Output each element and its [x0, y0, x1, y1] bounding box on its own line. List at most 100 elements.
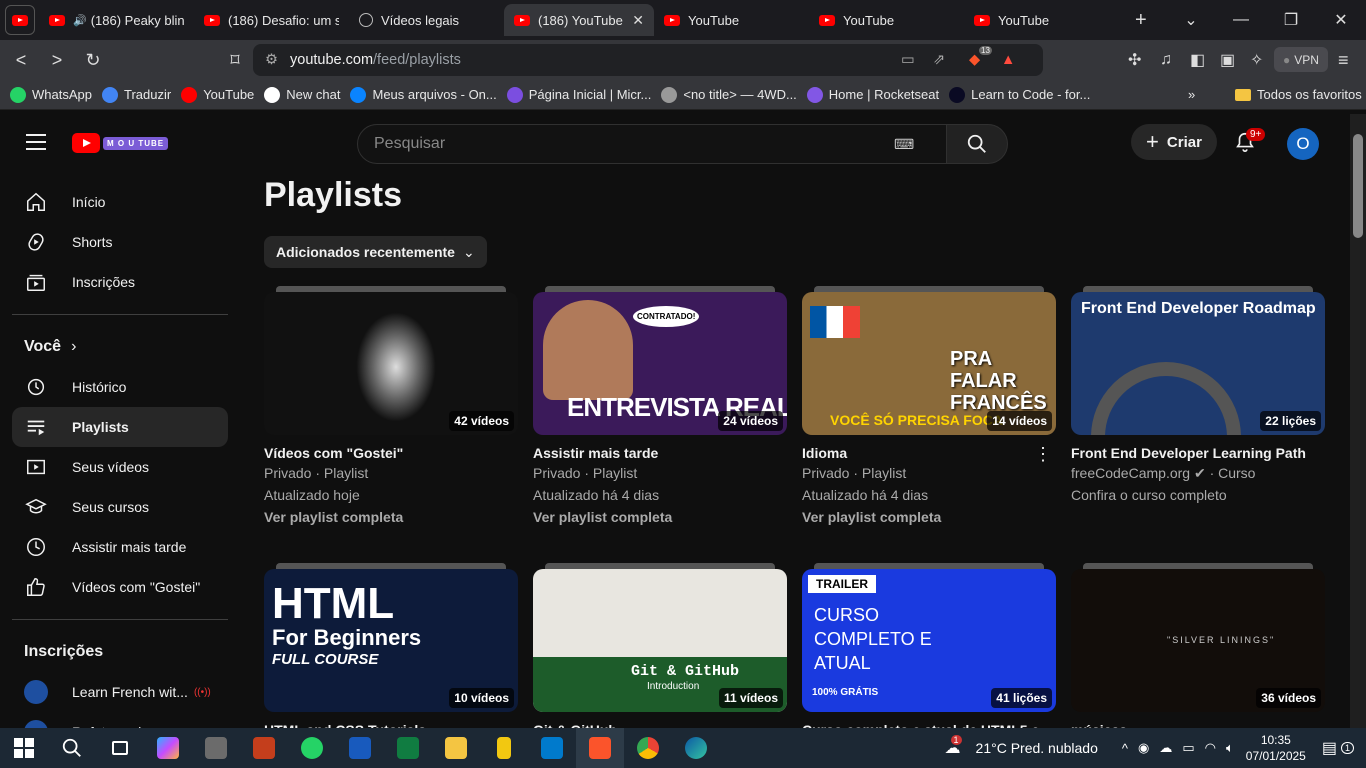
- media-icon[interactable]: ♫: [1160, 51, 1172, 69]
- tab-6[interactable]: YouTube: [809, 4, 964, 36]
- search-taskbar-icon[interactable]: [48, 728, 96, 768]
- bookmark-icon[interactable]: ⌑: [220, 50, 250, 71]
- playlist-thumbnail[interactable]: 42 vídeos: [264, 292, 518, 435]
- guide-menu-icon[interactable]: [26, 134, 46, 155]
- calculator-icon[interactable]: [192, 728, 240, 768]
- bookmark-item[interactable]: Home | Rocketseat: [806, 86, 939, 103]
- excel-icon[interactable]: [384, 728, 432, 768]
- brave-shields-icon[interactable]: ◆: [969, 52, 980, 68]
- close-tab-icon[interactable]: ✕: [632, 12, 644, 29]
- menu-icon[interactable]: ≡: [1338, 50, 1349, 71]
- volume-icon[interactable]: 🔈︎: [1226, 740, 1234, 756]
- subscription-item[interactable]: Learn French wit... ((•)): [0, 672, 240, 712]
- sidebar-item-shorts[interactable]: Shorts: [12, 222, 228, 262]
- more-options-icon[interactable]: ⋮: [1034, 444, 1052, 465]
- start-button[interactable]: [0, 728, 48, 768]
- sidebar-item-history[interactable]: Histórico: [12, 367, 228, 407]
- tab-4[interactable]: (186) YouTube ✕: [504, 4, 654, 36]
- clock[interactable]: 10:35 07/01/2025: [1246, 732, 1306, 764]
- task-view-icon[interactable]: [96, 728, 144, 768]
- sidebar-toggle-icon[interactable]: ◧: [1190, 50, 1205, 70]
- playlist-thumbnail[interactable]: HTML For Beginners FULL COURSE 10 vídeos: [264, 569, 518, 712]
- sidebar-item-your-videos[interactable]: Seus vídeos: [12, 447, 228, 487]
- playlist-thumbnail[interactable]: CONTRATADO! ENTREVISTA REAL 24 vídeos: [533, 292, 787, 435]
- share-icon[interactable]: ⇗: [933, 52, 945, 68]
- view-full-playlist-link[interactable]: Ver playlist completa: [802, 506, 1056, 528]
- minimize-button[interactable]: —: [1216, 11, 1266, 29]
- brave-rewards-icon[interactable]: ▲: [1001, 52, 1015, 68]
- copilot-icon[interactable]: [144, 728, 192, 768]
- reload-button[interactable]: ↻: [78, 50, 108, 71]
- playlist-thumbnail[interactable]: PRA FALAR FRANCÊS VOCÊ SÓ PRECISA FOCA 14 …: [802, 292, 1056, 435]
- playlist-thumbnail[interactable]: TRAILER CURSO COMPLETO E ATUAL 100% GRÁTIS…: [802, 569, 1056, 712]
- sidebar-item-courses[interactable]: Seus cursos: [12, 487, 228, 527]
- tab-search-icon[interactable]: ⌄: [1166, 10, 1216, 30]
- battery-icon[interactable]: ▭: [1182, 740, 1194, 756]
- sidebar-item-like[interactable]: Vídeos com "Gostei": [12, 567, 228, 607]
- playlist-thumbnail[interactable]: "SILVER LININGS" 36 vídeos: [1071, 569, 1325, 712]
- forward-button[interactable]: >: [42, 50, 72, 71]
- tab-1[interactable]: 🔊 (186) Peaky blin: [39, 4, 194, 36]
- playlist-thumbnail[interactable]: Front End Developer Roadmap 22 lições: [1071, 292, 1325, 435]
- bookmark-item[interactable]: Página Inicial | Micr...: [506, 86, 651, 103]
- playlist-thumbnail[interactable]: Git & GitHub Introduction 11 vídeos: [533, 569, 787, 712]
- brave-taskbar-icon[interactable]: [576, 728, 624, 768]
- more-bookmarks-icon[interactable]: »: [1188, 87, 1195, 102]
- tray-app-icon[interactable]: ◉: [1138, 740, 1149, 756]
- new-tab-button[interactable]: +: [1135, 9, 1147, 32]
- leo-ai-icon[interactable]: ✧: [1250, 50, 1263, 70]
- bookmark-item[interactable]: WhatsApp: [10, 86, 92, 103]
- power-bi-icon[interactable]: [480, 728, 528, 768]
- weather-text[interactable]: 21°C Pred. nublado: [976, 740, 1098, 756]
- close-window-button[interactable]: ✕: [1316, 10, 1366, 30]
- bookmark-item[interactable]: Learn to Code - for...: [949, 86, 1090, 103]
- bookmark-item[interactable]: <no title> — 4WD...: [661, 86, 797, 103]
- powerpoint-icon[interactable]: [240, 728, 288, 768]
- avatar[interactable]: O: [1287, 128, 1319, 160]
- tab-7[interactable]: YouTube: [964, 4, 1119, 36]
- youtube-logo[interactable]: M O U TUBE: [72, 133, 169, 153]
- extensions-icon[interactable]: ✣: [1128, 50, 1141, 70]
- bookmark-item[interactable]: Meus arquivos - On...: [350, 86, 497, 103]
- sidebar-item-subscriptions[interactable]: Inscrições: [12, 262, 228, 302]
- playlist-title[interactable]: Assistir mais tarde: [533, 444, 787, 462]
- bookmark-item[interactable]: YouTube: [181, 86, 254, 103]
- chrome-icon[interactable]: [624, 728, 672, 768]
- sidebar-item-home[interactable]: Início: [12, 182, 228, 222]
- tab-5[interactable]: YouTube: [654, 4, 809, 36]
- playlist-title[interactable]: Vídeos com "Gostei": [264, 444, 518, 462]
- keyboard-icon[interactable]: ⌨: [894, 136, 914, 153]
- playlist-title[interactable]: Idioma: [802, 444, 1056, 462]
- audio-icon[interactable]: 🔊: [73, 14, 87, 27]
- word-icon[interactable]: [336, 728, 384, 768]
- wifi-icon[interactable]: ◠: [1205, 740, 1216, 756]
- tab-actions-button[interactable]: [5, 5, 35, 35]
- maximize-button[interactable]: ❐: [1266, 10, 1316, 30]
- you-heading[interactable]: Você ›: [0, 327, 240, 367]
- tab-2[interactable]: (186) Desafio: um si: [194, 4, 349, 36]
- file-explorer-icon[interactable]: [432, 728, 480, 768]
- onedrive-icon[interactable]: ☁: [1159, 740, 1172, 756]
- bookmark-item[interactable]: New chat: [264, 86, 340, 103]
- sort-dropdown[interactable]: Adicionados recentemente ⌄: [264, 236, 487, 268]
- tab-3[interactable]: Vídeos legais: [349, 4, 504, 36]
- sidebar-item-watch-later[interactable]: Assistir mais tarde: [12, 527, 228, 567]
- all-bookmarks-folder[interactable]: Todos os favoritos: [1235, 87, 1362, 102]
- edge-icon[interactable]: [672, 728, 720, 768]
- playlist-title[interactable]: Front End Developer Learning Path: [1071, 444, 1325, 462]
- sidebar-item-playlists[interactable]: Playlists: [12, 407, 228, 447]
- scrollbar-thumb[interactable]: [1353, 134, 1363, 238]
- wallet-icon[interactable]: ▣: [1220, 50, 1235, 70]
- whatsapp-icon[interactable]: [288, 728, 336, 768]
- back-button[interactable]: <: [6, 50, 36, 71]
- vpn-button[interactable]: ● VPN: [1274, 47, 1328, 72]
- site-info-icon[interactable]: ⚙: [265, 52, 278, 68]
- bookmark-item[interactable]: Traduzir: [101, 86, 171, 103]
- view-full-playlist-link[interactable]: Ver playlist completa: [533, 506, 787, 528]
- url-field[interactable]: ⚙ youtube.com/feed/playlists ▭ ⇗ ◆ 13 ▲: [253, 44, 1043, 76]
- create-button[interactable]: + Criar: [1131, 124, 1217, 160]
- search-input[interactable]: [374, 135, 894, 153]
- tray-chevron-icon[interactable]: ^: [1122, 741, 1128, 756]
- vscode-icon[interactable]: [528, 728, 576, 768]
- notification-center-icon[interactable]: ▤: [1322, 738, 1337, 758]
